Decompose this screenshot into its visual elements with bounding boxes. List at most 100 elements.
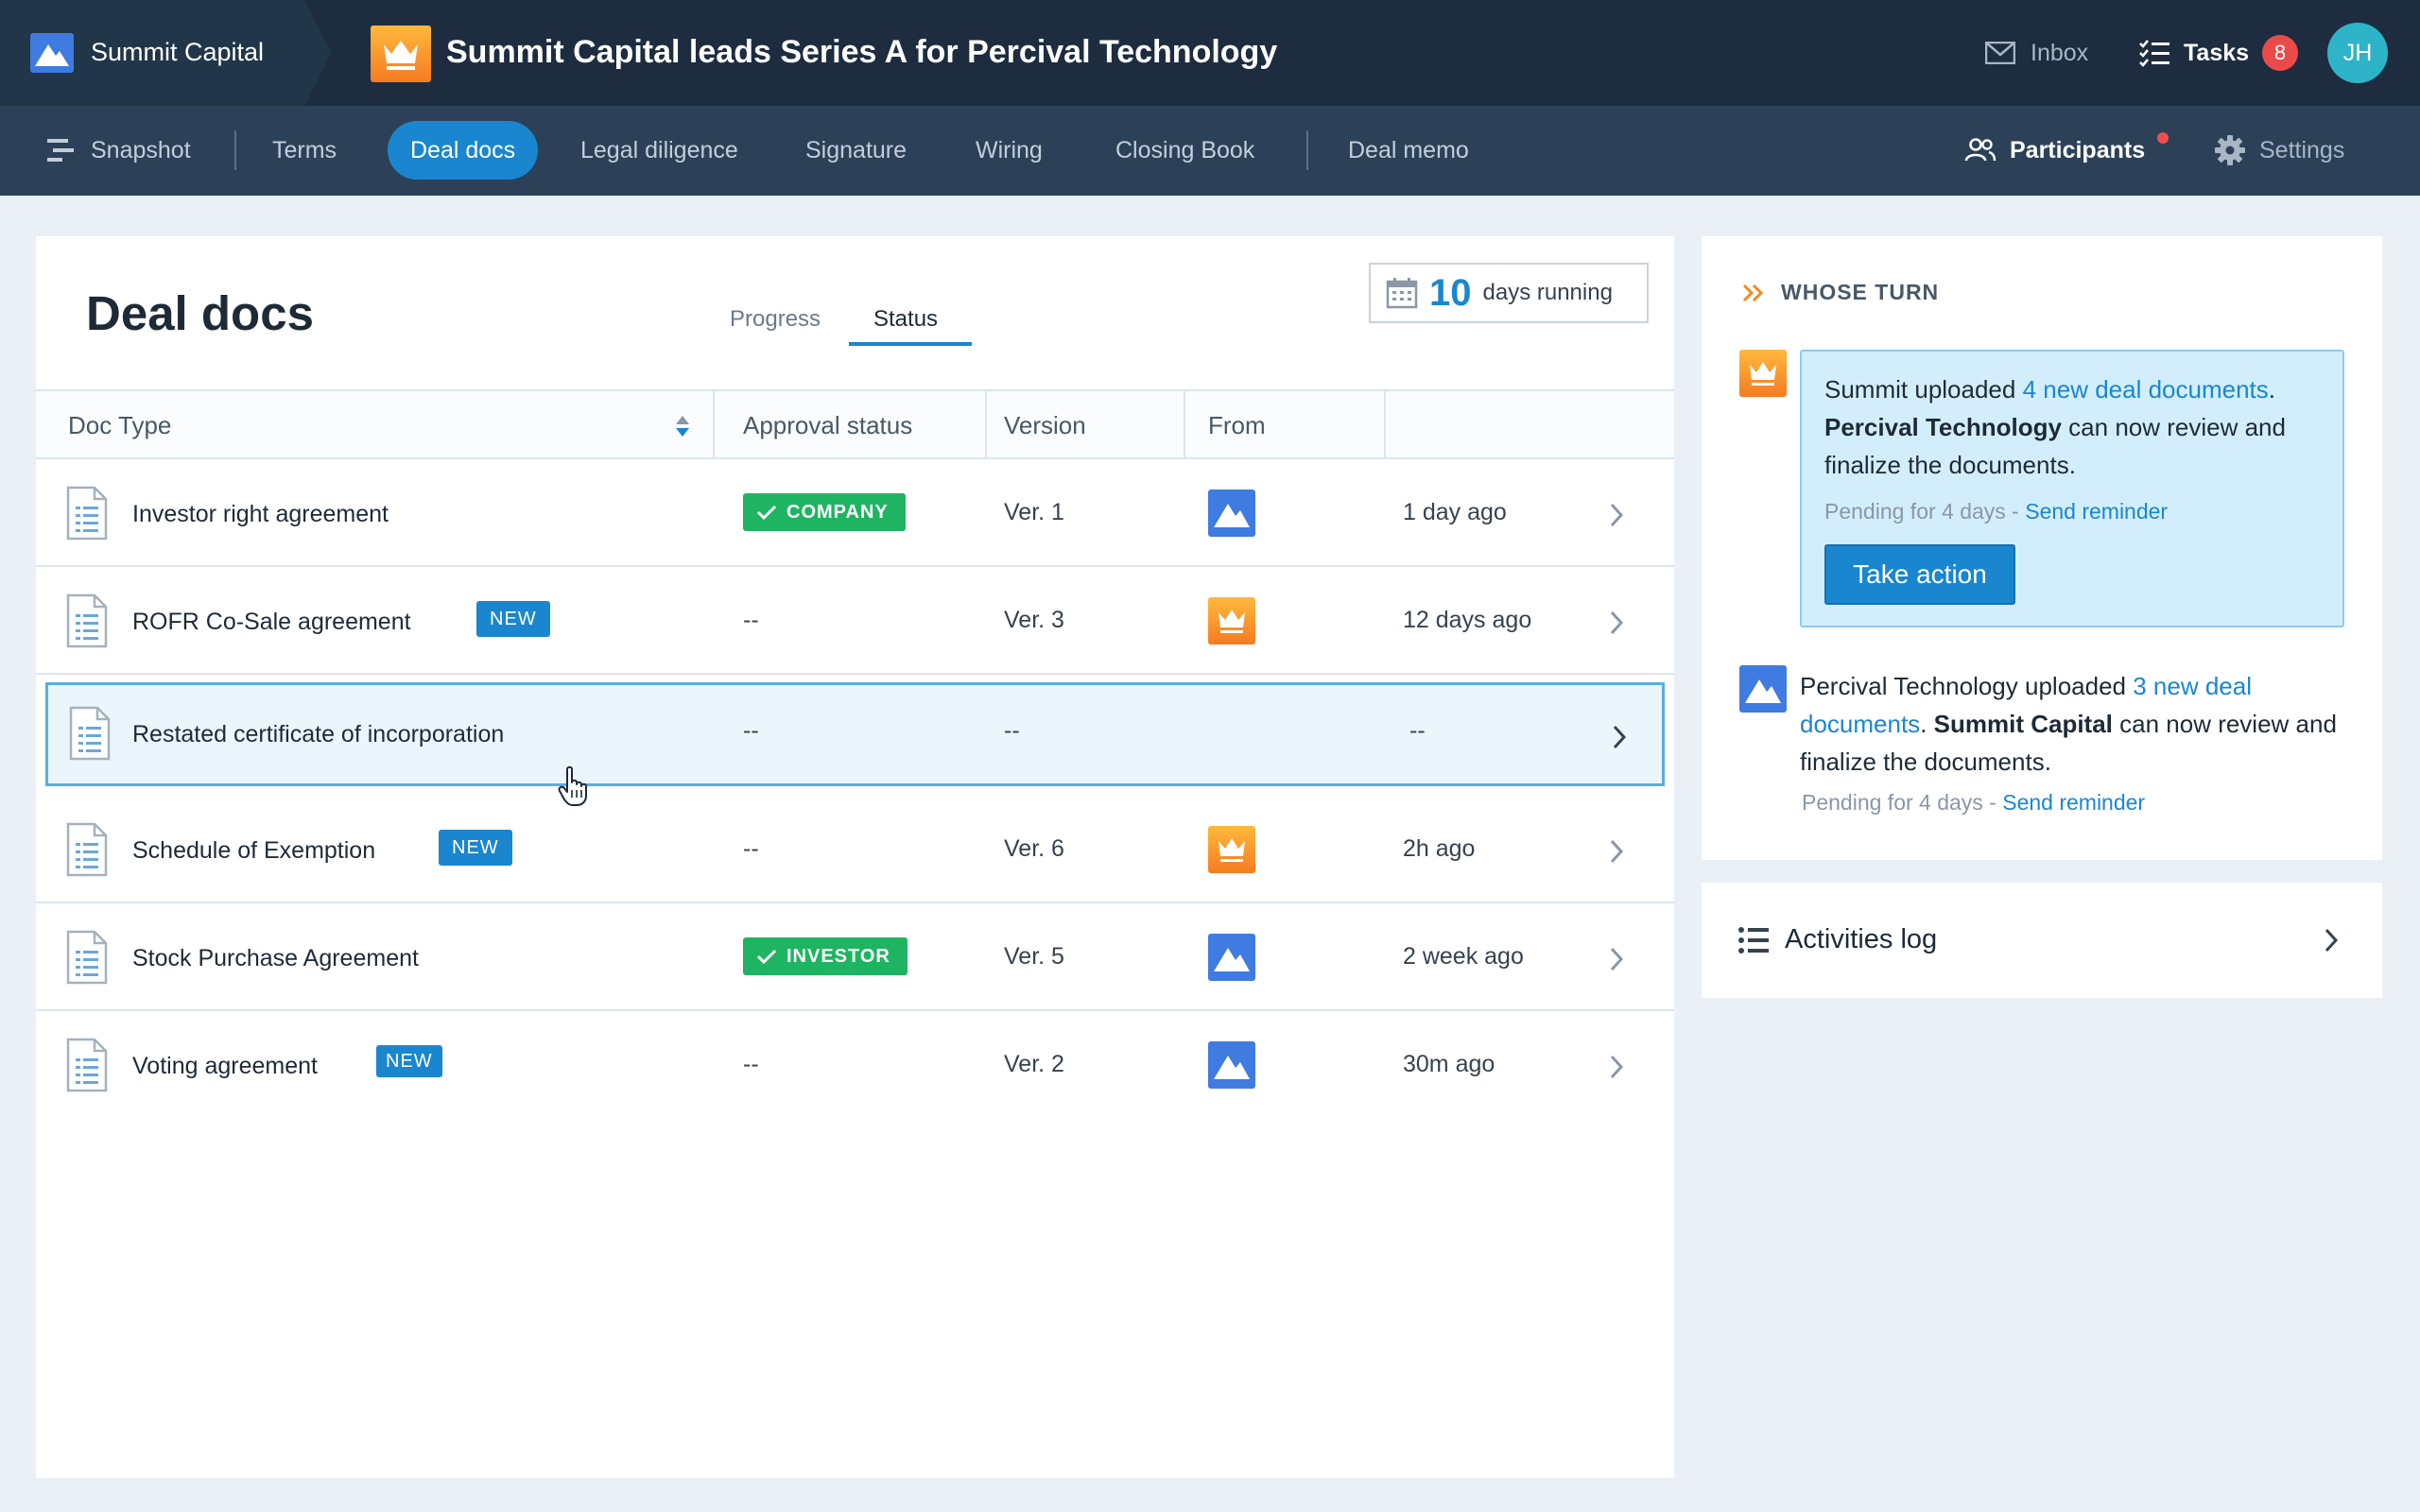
tab-terms[interactable]: Terms [272,121,337,180]
approval-status-text: -- [743,607,759,633]
approval-status-text: -- [743,835,759,862]
document-icon [66,930,108,985]
user-avatar[interactable]: JH [2327,23,2388,83]
turn-actor: Percival Technology [1800,672,2018,700]
whose-turn-heading: WHOSE TURN [1741,280,1939,305]
checklist-icon [2139,40,2169,67]
turn-party: Percival Technology [1824,413,2062,441]
tab-deal-memo[interactable]: Deal memo [1348,121,1469,180]
nav-divider [1306,130,1308,170]
approval-status-text: -- [743,717,759,744]
brand-home-link[interactable]: Summit Capital [0,0,331,106]
days-label: days running [1482,280,1613,305]
doc-name: Stock Purchase Agreement [132,945,419,971]
tab-snapshot[interactable]: Snapshot [45,121,191,180]
check-icon [756,505,777,521]
updated-time: 2h ago [1403,835,1476,862]
approval-status-text: COMPANY [786,501,889,523]
updated-time: 12 days ago [1403,607,1532,633]
doc-name: Restated certificate of incorporation [132,721,505,747]
column-divider [985,391,987,459]
sort-icon[interactable] [673,414,692,438]
column-version[interactable]: Version [1004,391,1086,459]
doc-name: Voting agreement [132,1053,318,1079]
participants-label: Participants [2010,136,2146,163]
column-doc-type[interactable]: Doc Type [68,391,171,459]
hand-pointer-cursor-icon [558,765,587,806]
tasks-count-badge: 8 [2262,35,2299,71]
column-approval-status[interactable]: Approval status [743,391,912,459]
tab-signature[interactable]: Signature [805,121,907,180]
summit-logo-icon [1208,934,1255,981]
turn-message: Summit uploaded 4 new deal documents. Pe… [1824,375,2286,479]
summit-logo-icon [1208,1041,1255,1089]
doc-version: Ver. 2 [1004,1051,1064,1077]
deal-nav-bar: Snapshot Terms Deal docs Legal diligence… [0,106,2420,196]
table-row-selected[interactable]: Restated certificate of incorporation --… [45,682,1665,786]
chevron-right-icon [1610,947,1624,971]
tab-deal-docs[interactable]: Deal docs [388,121,539,180]
column-from[interactable]: From [1208,391,1266,459]
pending-text: Pending for 4 days - [1802,790,2003,815]
activities-log-label: Activities log [1785,924,1938,954]
summit-logo-icon [1739,665,1787,713]
turn-verb: uploaded [2025,672,2126,700]
inbox-label: Inbox [2031,39,2089,66]
double-chevron-right-icon [1742,284,1764,301]
doc-version: -- [1004,717,1020,744]
document-icon [66,486,108,541]
active-tab-indicator [849,342,972,346]
table-row[interactable]: Schedule of Exemption NEW -- Ver. 6 2h a… [36,796,1674,903]
participants-notification-dot [2157,132,2169,144]
tab-wiring[interactable]: Wiring [976,121,1043,180]
settings-button[interactable]: Settings [2214,121,2344,180]
calendar-icon [1386,278,1418,309]
people-icon [1964,138,1996,162]
participants-button[interactable]: Participants [1964,121,2145,180]
updated-time: 2 week ago [1403,943,1524,970]
approval-status-badge: COMPANY [743,493,906,531]
new-badge: NEW [376,1045,442,1077]
chevron-right-icon [1610,503,1624,527]
days-running-counter: 10 days running [1369,263,1649,323]
tasks-link[interactable]: Tasks 8 [2138,34,2299,72]
table-row[interactable]: Investor right agreement COMPANY Ver. 1 … [36,459,1674,567]
chevron-right-icon [1613,725,1627,749]
column-divider [713,391,715,459]
tasks-label: Tasks [2184,39,2250,66]
table-header: Doc Type Approval status Version From [36,389,1674,459]
activities-log-link[interactable]: Activities log [1702,883,2382,998]
tab-closing-book[interactable]: Closing Book [1115,121,1254,180]
chevron-right-icon [1610,1055,1624,1079]
percival-logo-icon [1208,826,1255,873]
chevron-right-icon [1610,610,1624,635]
whose-turn-panel: WHOSE TURN Summit uploaded 4 new deal do… [1702,236,2382,860]
tab-legal-diligence[interactable]: Legal diligence [580,121,738,180]
take-action-button[interactable]: Take action [1824,544,2015,605]
settings-label: Settings [2259,136,2345,163]
new-documents-link[interactable]: 4 new deal documents [2023,375,2269,404]
approval-status-text: -- [743,1051,759,1077]
pending-status: Pending for 4 days - Send reminder [1824,499,2168,524]
send-reminder-link[interactable]: Send reminder [2002,790,2145,815]
send-reminder-link[interactable]: Send reminder [2025,499,2168,524]
check-icon [756,949,777,965]
inbox-link[interactable]: Inbox [1985,36,2088,70]
document-icon [69,706,111,761]
table-row[interactable]: ROFR Co-Sale agreement NEW -- Ver. 3 12 … [36,567,1674,675]
doc-version: Ver. 1 [1004,499,1064,525]
table-row[interactable]: Voting agreement NEW -- Ver. 2 30m ago [36,1011,1674,1119]
table-row[interactable]: Stock Purchase Agreement INVESTOR Ver. 5… [36,903,1674,1011]
doc-version: Ver. 5 [1004,943,1064,970]
summit-logo-icon [30,33,74,73]
turn-verb: uploaded [1914,375,2016,404]
doc-version: Ver. 3 [1004,607,1064,633]
turn-party: Summit Capital [1933,710,2113,738]
tab-snapshot-label: Snapshot [91,136,191,163]
updated-time: 1 day ago [1403,499,1507,525]
mail-icon [1985,42,2015,64]
document-icon [66,822,108,877]
tab-status[interactable]: Status [873,306,938,333]
pending-turn-card: Summit uploaded 4 new deal documents. Pe… [1800,350,2344,627]
tab-progress[interactable]: Progress [730,306,821,333]
